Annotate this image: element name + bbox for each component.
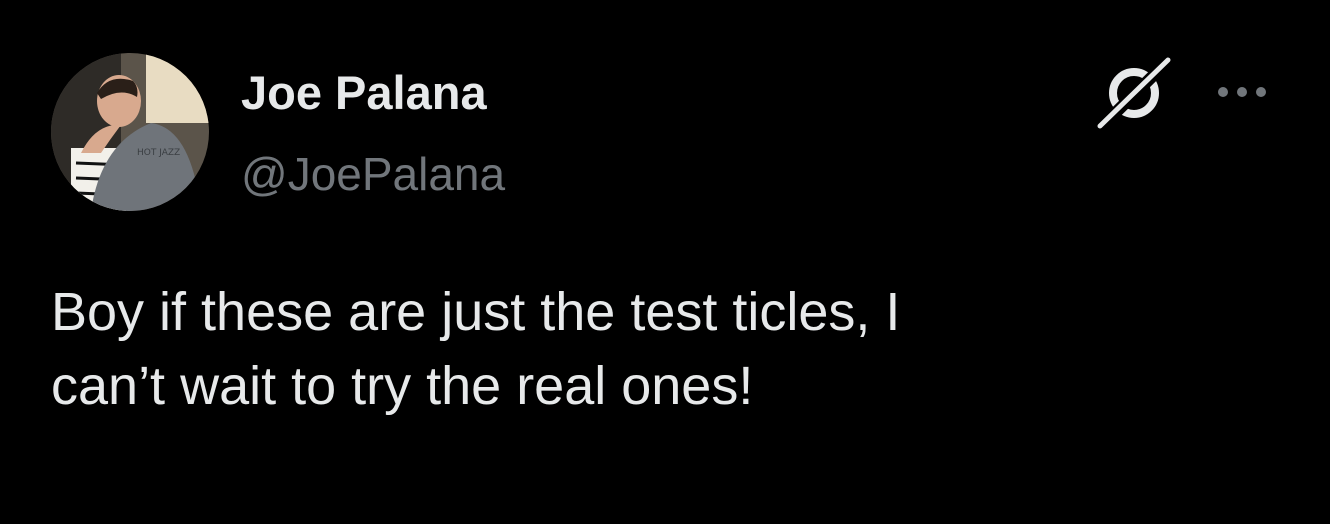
tweet-card: HOT JAZZ Joe Palana @JoePalana Boy if th… xyxy=(0,0,1330,524)
author-avatar[interactable]: HOT JAZZ xyxy=(51,53,209,211)
author-display-name[interactable]: Joe Palana xyxy=(241,64,487,122)
grok-icon[interactable] xyxy=(1094,56,1174,130)
avatar-photo-icon: HOT JAZZ xyxy=(51,53,209,211)
more-options-icon[interactable] xyxy=(1210,80,1274,104)
author-handle[interactable]: @JoePalana xyxy=(241,145,505,203)
tweet-text-line: Boy if these are just the test ticles, I xyxy=(51,282,901,342)
tweet-text: Boy if these are just the test ticles, I… xyxy=(51,275,1291,423)
shirt-text: HOT JAZZ xyxy=(137,148,180,158)
tweet-text-line: can’t wait to try the real ones! xyxy=(51,356,754,416)
